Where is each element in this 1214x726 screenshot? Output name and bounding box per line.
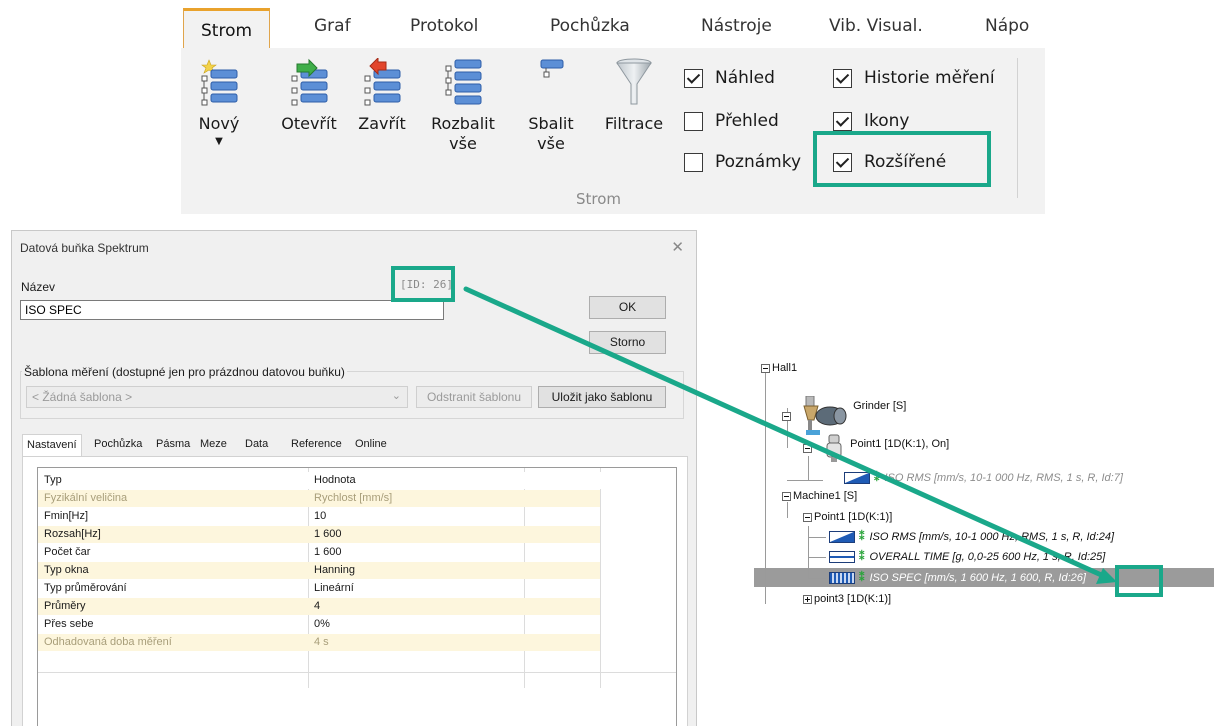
connector-arrow xyxy=(463,286,1117,584)
arrow-line xyxy=(463,286,1111,581)
